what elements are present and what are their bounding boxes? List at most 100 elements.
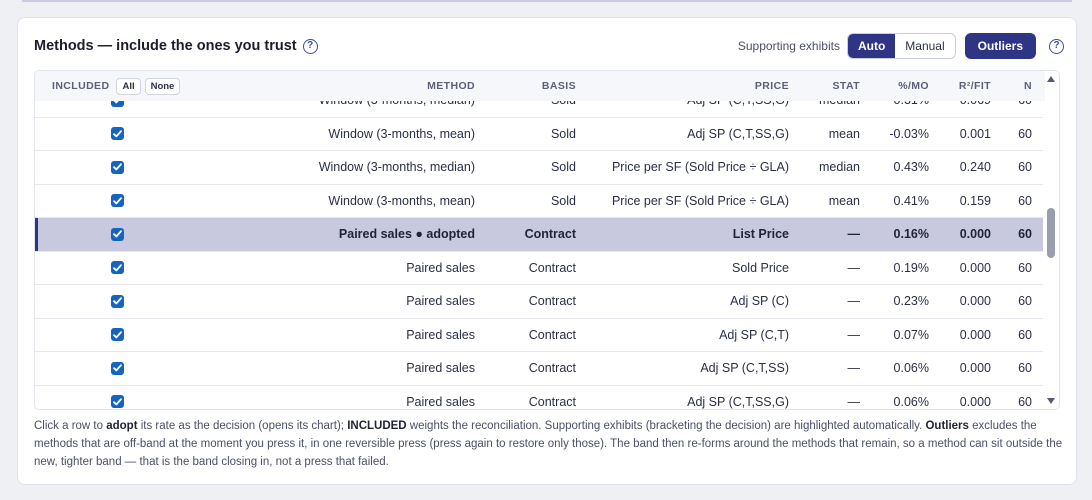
included-checkbox[interactable] — [111, 294, 124, 308]
method-cell: Window (3-months, mean) — [328, 126, 475, 141]
outliers-button[interactable]: Outliers — [964, 33, 1036, 59]
help-icon[interactable]: ? — [1049, 38, 1064, 54]
methods-panel: Methods — include the ones you trust ? S… — [17, 17, 1077, 485]
basis-cell: Sold — [550, 160, 576, 175]
help-icon[interactable]: ? — [302, 38, 318, 54]
header-method[interactable]: METHOD — [427, 71, 475, 101]
r2-fit-cell: 0.001 — [959, 126, 991, 141]
method-cell: Paired sales — [406, 294, 475, 309]
price-cell: Price per SF (Sold Price ÷ GLA) — [611, 193, 789, 208]
method-cell: Window (3-months, median) — [318, 160, 475, 175]
stat-cell: mean — [828, 126, 860, 141]
method-cell: Window (3-months, mean) — [328, 193, 475, 208]
table-scrollbar[interactable] — [1043, 71, 1059, 409]
footnote-text: its rate as the decision (opens its char… — [137, 420, 348, 432]
included-cell — [111, 118, 124, 151]
pct-mo-cell: 0.07% — [893, 327, 929, 342]
scroll-up-arrow-icon[interactable] — [1047, 76, 1055, 82]
methods-table: Window (3-months, median) Sold Adj SP (C,T… — [34, 70, 1060, 410]
table-row[interactable]: Paired sales Contract Adj SP (C,T,SS,G) — 0.… — [35, 386, 1045, 410]
header-price[interactable]: PRICE — [755, 71, 789, 101]
table-row[interactable]: Paired sales Contract Adj SP (C,T) — 0.07% 0.… — [35, 319, 1045, 352]
included-checkbox[interactable] — [111, 160, 124, 174]
method-cell: Paired sales — [406, 260, 475, 275]
pct-mo-cell: 0.06% — [893, 394, 929, 409]
header-stat[interactable]: STAT — [833, 71, 860, 101]
select-all-button[interactable]: All — [116, 77, 141, 95]
r2-fit-cell: 0.000 — [959, 394, 991, 409]
auto-button[interactable]: Auto — [847, 34, 896, 58]
header-r2-fit[interactable]: R²/FIT — [959, 71, 991, 101]
price-cell: Adj SP (C,T,SS) — [700, 361, 789, 376]
basis-cell: Contract — [528, 361, 576, 376]
n-cell: 60 — [1018, 193, 1032, 208]
table-row[interactable]: Paired sales Contract Sold Price — 0.19% 0.00… — [35, 252, 1045, 285]
stat-cell: — — [847, 361, 861, 376]
included-checkbox[interactable] — [111, 127, 124, 141]
footnote-bold: INCLUDED — [347, 420, 407, 432]
included-checkbox[interactable] — [111, 328, 124, 342]
header-pct-mo[interactable]: %/MO — [898, 71, 929, 101]
price-cell: Adj SP (C,T) — [719, 327, 789, 342]
included-cell — [111, 319, 124, 352]
footnote-text: Click a row to — [34, 420, 107, 432]
included-checkbox[interactable] — [111, 227, 124, 241]
header-included: INCLUDED All None — [52, 71, 181, 101]
select-none-button[interactable]: None — [144, 77, 181, 95]
method-cell: Paired sales ● adopted — [338, 227, 475, 242]
n-cell: 60 — [1018, 227, 1032, 242]
included-cell — [111, 218, 124, 251]
included-cell — [111, 151, 124, 184]
included-checkbox[interactable] — [111, 194, 124, 208]
price-cell: Adj SP (C) — [730, 294, 789, 309]
included-cell — [111, 252, 124, 285]
table-row[interactable]: Window (3-months, mean) Sold Adj SP (C,T,S… — [35, 118, 1045, 151]
stat-cell: median — [819, 160, 860, 175]
r2-fit-cell: 0.000 — [959, 294, 991, 309]
r2-fit-cell: 0.159 — [959, 193, 991, 208]
pct-mo-cell: 0.41% — [893, 193, 929, 208]
table-row[interactable]: Window (3-months, median) Sold Price per S… — [35, 151, 1045, 185]
included-checkbox[interactable] — [111, 261, 124, 275]
basis-cell: Sold — [550, 126, 576, 141]
method-cell: Paired sales — [406, 361, 475, 376]
r2-fit-cell: 0.240 — [959, 160, 991, 175]
included-cell — [111, 386, 124, 410]
table-row[interactable]: Paired sales Contract Adj SP (C,T,SS) — 0.06… — [35, 352, 1045, 386]
auto-manual-toggle: Auto Manual — [846, 33, 956, 59]
pct-mo-cell: 0.06% — [893, 361, 929, 376]
help-footnote: Click a row to adopt its rate as the dec… — [34, 417, 1064, 471]
table-row[interactable]: Paired sales ● adopted Contract List Price… — [35, 218, 1045, 252]
top-divider — [22, 0, 1072, 2]
manual-button[interactable]: Manual — [895, 34, 955, 58]
n-cell: 60 — [1018, 327, 1032, 342]
included-checkbox[interactable] — [111, 361, 124, 375]
stat-cell: — — [847, 260, 861, 275]
r2-fit-cell: 0.000 — [959, 327, 991, 342]
panel-title-text: Methods — include the ones you trust — [34, 38, 297, 54]
basis-cell: Contract — [528, 394, 576, 409]
stat-cell: mean — [828, 193, 860, 208]
n-cell: 60 — [1018, 361, 1032, 376]
basis-cell: Sold — [550, 193, 576, 208]
price-cell: List Price — [732, 227, 789, 242]
stat-cell: — — [847, 394, 861, 409]
table-row[interactable]: Window (3-months, mean) Sold Price per SF … — [35, 185, 1045, 218]
table-row[interactable]: Paired sales Contract Adj SP (C) — 0.23% 0.00… — [35, 285, 1045, 319]
n-cell: 60 — [1018, 394, 1032, 409]
scroll-down-arrow-icon[interactable] — [1047, 398, 1055, 404]
pct-mo-cell: -0.03% — [889, 126, 929, 141]
price-cell: Adj SP (C,T,SS,G) — [687, 394, 789, 409]
header-basis[interactable]: BASIS — [542, 71, 576, 101]
stat-cell: — — [847, 327, 861, 342]
n-cell: 60 — [1018, 160, 1032, 175]
footnote-text: weights the reconciliation. Supporting e… — [406, 420, 926, 432]
footnote-bold: Outliers — [925, 420, 969, 432]
included-checkbox[interactable] — [111, 395, 124, 409]
included-cell — [111, 185, 124, 218]
header-n[interactable]: N — [1024, 71, 1032, 101]
n-cell: 60 — [1018, 294, 1032, 309]
basis-cell: Contract — [524, 227, 576, 242]
scroll-thumb[interactable] — [1047, 208, 1055, 258]
basis-cell: Contract — [528, 260, 576, 275]
